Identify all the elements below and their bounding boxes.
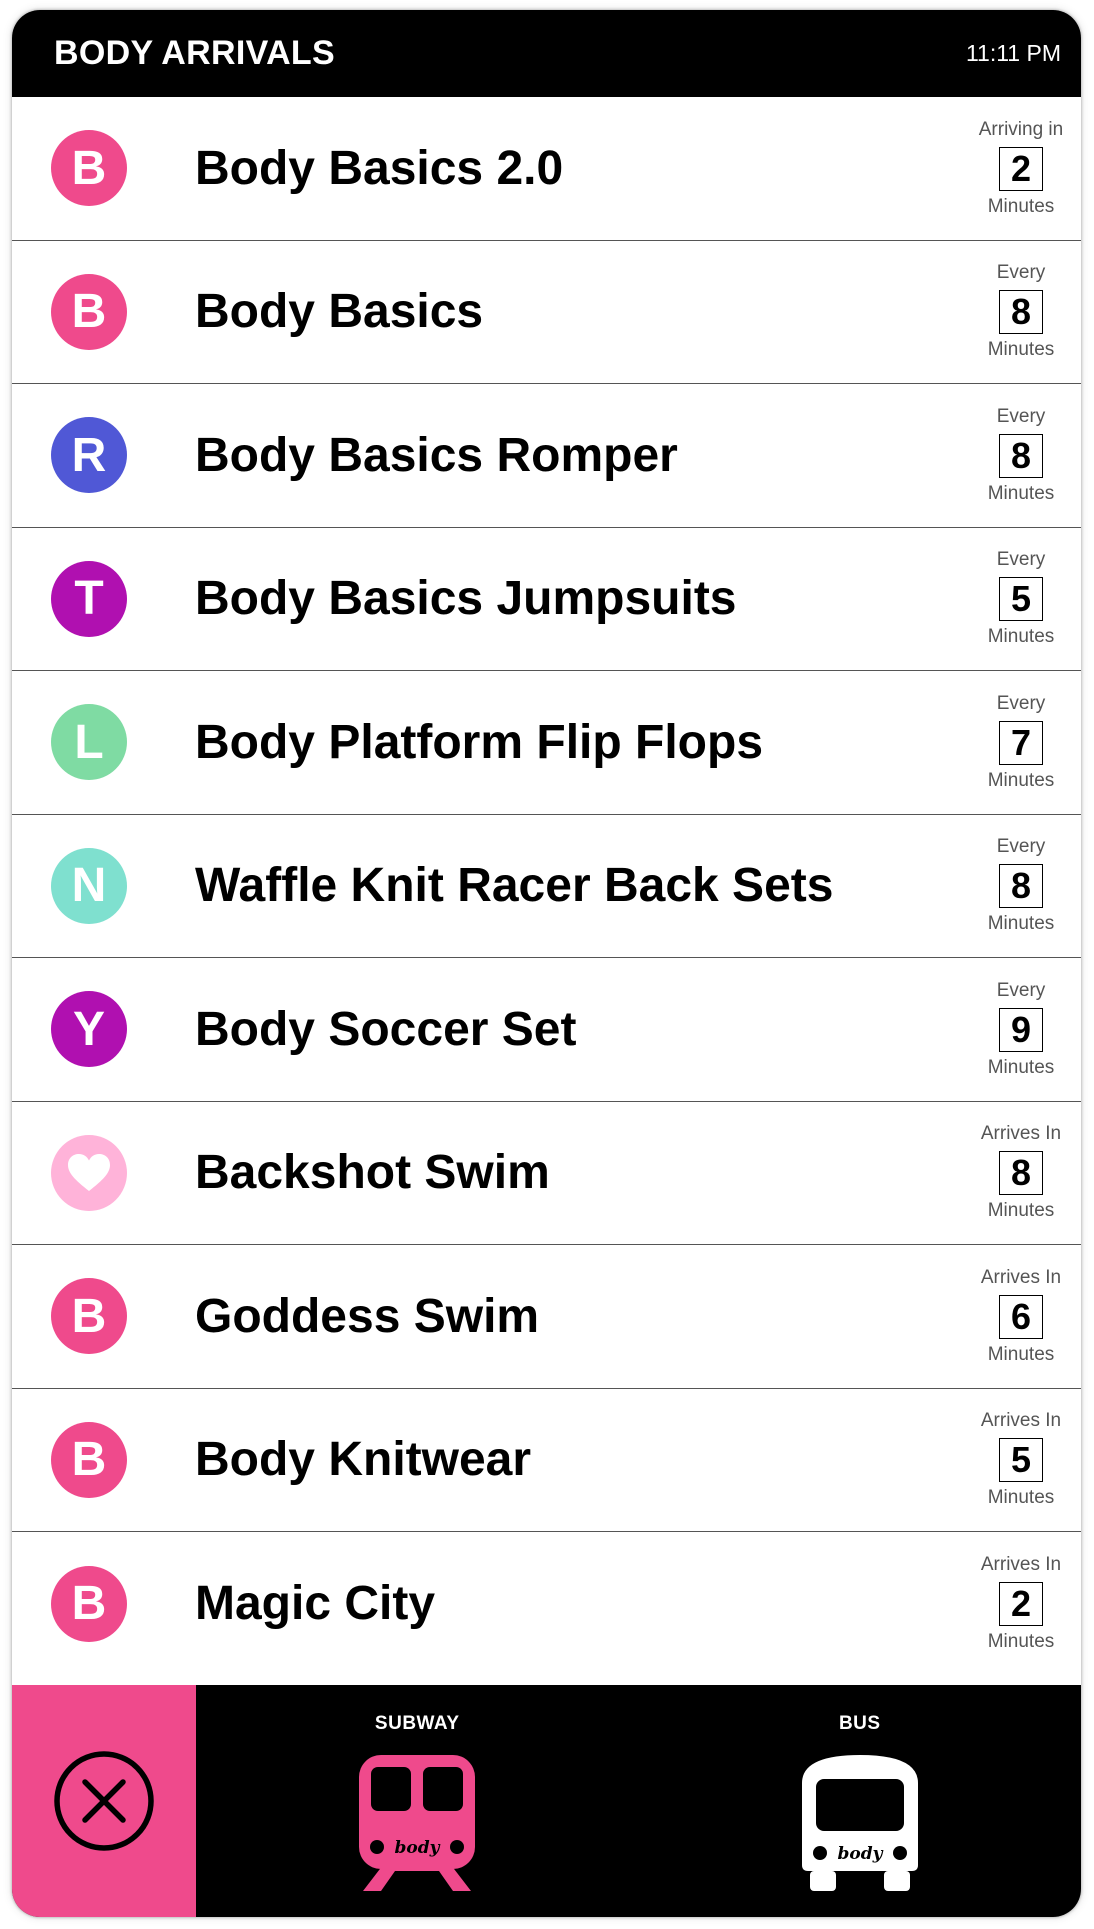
- minutes-value: 8: [999, 1151, 1043, 1196]
- product-name: Goddess Swim: [195, 1289, 540, 1343]
- arrival-label: Every: [996, 979, 1046, 1001]
- arrival-label: Arrives In: [980, 1410, 1062, 1432]
- line-badge: T: [51, 560, 127, 637]
- product-name: Body Basics 2.0: [195, 141, 564, 195]
- bus-label: BUS: [838, 1713, 881, 1734]
- arrival-info: Every 7 Minutes: [961, 692, 1081, 793]
- minutes-value: 2: [999, 146, 1043, 191]
- line-badge: N: [51, 847, 127, 924]
- line-badge: L: [51, 704, 127, 781]
- arrivals-list: B Body Basics 2.0 Arriving in 2 Minutes B Body…: [12, 97, 1081, 1676]
- arrival-row[interactable]: T Body Basics Jumpsuits Every 5 Minutes: [12, 528, 1081, 671]
- arrival-row[interactable]: L Body Platform Flip Flops Every 7 Minutes: [12, 671, 1081, 815]
- minutes-value: 2: [999, 1582, 1043, 1627]
- minutes-unit: Minutes: [987, 195, 1055, 217]
- bus-icon: body: [801, 1755, 918, 1891]
- arrival-row[interactable]: B Body Knitwear Arrives In 5 Minutes: [12, 1389, 1081, 1532]
- arrival-row[interactable]: R Body Basics Romper Every 8 Minutes: [12, 384, 1081, 528]
- arrival-label: Arrives In: [980, 1266, 1062, 1288]
- subway-mode-button[interactable]: SUBWAY body: [196, 1685, 639, 1917]
- arrival-info: Every 8 Minutes: [961, 405, 1081, 506]
- heart-icon: [68, 1153, 110, 1191]
- clock-time: 11:11 PM: [965, 40, 1061, 66]
- footer-bar: SUBWAY body BUS body: [12, 1685, 1081, 1917]
- arrival-label: Every: [996, 836, 1046, 858]
- minutes-unit: Minutes: [987, 626, 1055, 648]
- minutes-value: 7: [999, 720, 1043, 765]
- minutes-value: 8: [999, 433, 1043, 478]
- arrival-label: Every: [996, 405, 1046, 427]
- arrival-info: Arrives In 5 Minutes: [961, 1409, 1081, 1510]
- arrival-info: Arrives In 2 Minutes: [961, 1553, 1081, 1654]
- minutes-value: 8: [999, 864, 1043, 909]
- subway-label: SUBWAY: [374, 1713, 460, 1734]
- arrival-label: Arrives In: [980, 1554, 1062, 1576]
- line-badge: Y: [51, 991, 127, 1068]
- product-name: Magic City: [195, 1577, 436, 1631]
- minutes-value: 6: [999, 1294, 1043, 1339]
- minutes-unit: Minutes: [987, 1487, 1055, 1509]
- minutes-unit: Minutes: [987, 1631, 1055, 1653]
- arrival-row[interactable]: Y Body Soccer Set Every 9 Minutes: [12, 958, 1081, 1102]
- arrival-row[interactable]: B Goddess Swim Arrives In 6 Minutes: [12, 1245, 1081, 1389]
- close-button[interactable]: [12, 1685, 196, 1917]
- page-title: BODY ARRIVALS: [54, 34, 335, 72]
- minutes-unit: Minutes: [987, 769, 1055, 791]
- bus-brand-text: body: [837, 1844, 883, 1864]
- minutes-unit: Minutes: [987, 482, 1055, 504]
- minutes-value: 5: [999, 1438, 1043, 1483]
- arrival-label: Every: [996, 692, 1046, 714]
- arrival-row[interactable]: B Body Basics 2.0 Arriving in 2 Minutes: [12, 97, 1081, 241]
- minutes-unit: Minutes: [987, 1343, 1055, 1365]
- minutes-value: 5: [999, 577, 1043, 622]
- minutes-value: 9: [999, 1007, 1043, 1052]
- minutes-value: 8: [999, 290, 1043, 335]
- bus-mode-button[interactable]: BUS body: [639, 1685, 1082, 1917]
- line-badge: B: [51, 1421, 127, 1498]
- minutes-unit: Minutes: [987, 913, 1055, 935]
- arrival-row[interactable]: B Body Basics Every 8 Minutes: [12, 241, 1081, 384]
- arrival-label: Arriving in: [978, 118, 1064, 140]
- arrival-row[interactable]: Backshot Swim Arrives In 8 Minutes: [12, 1102, 1081, 1245]
- line-badge: B: [51, 1565, 127, 1642]
- product-name: Body Soccer Set: [195, 1002, 577, 1056]
- product-name: Backshot Swim: [195, 1146, 550, 1200]
- minutes-unit: Minutes: [987, 1056, 1055, 1078]
- arrival-info: Arrives In 6 Minutes: [961, 1266, 1081, 1367]
- arrival-info: Arrives In 8 Minutes: [961, 1122, 1081, 1223]
- product-name: Body Knitwear: [195, 1433, 532, 1487]
- arrival-label: Every: [996, 549, 1046, 571]
- arrival-label: Every: [996, 262, 1046, 284]
- line-badge: R: [51, 417, 127, 494]
- product-name: Waffle Knit Racer Back Sets: [195, 859, 834, 913]
- product-name: Body Platform Flip Flops: [195, 715, 764, 769]
- arrival-info: Every 8 Minutes: [961, 261, 1081, 362]
- line-badge: B: [51, 1278, 127, 1355]
- arrival-info: Every 9 Minutes: [961, 979, 1081, 1080]
- product-name: Body Basics: [195, 285, 484, 339]
- product-name: Body Basics Romper: [195, 428, 678, 482]
- arrival-label: Arrives In: [980, 1123, 1062, 1145]
- subway-train-icon: body: [359, 1755, 476, 1891]
- arrival-info: Arriving in 2 Minutes: [961, 118, 1081, 219]
- minutes-unit: Minutes: [987, 1200, 1055, 1222]
- arrival-info: Every 8 Minutes: [961, 835, 1081, 936]
- arrival-row[interactable]: B Magic City Arrives In 2 Minutes: [12, 1532, 1081, 1676]
- header-bar: BODY ARRIVALS 11:11 PM: [12, 10, 1081, 97]
- app-frame: BODY ARRIVALS 11:11 PM B Body Basics 2.0 A…: [12, 10, 1081, 1917]
- line-badge: [51, 1134, 127, 1211]
- line-badge: B: [51, 130, 127, 207]
- close-icon: [54, 1751, 154, 1851]
- minutes-unit: Minutes: [987, 339, 1055, 361]
- arrival-info: Every 5 Minutes: [961, 548, 1081, 649]
- arrival-row[interactable]: N Waffle Knit Racer Back Sets Every 8 Minute…: [12, 815, 1081, 958]
- line-badge: B: [51, 273, 127, 350]
- product-name: Body Basics Jumpsuits: [195, 572, 737, 626]
- subway-brand-text: body: [395, 1838, 441, 1858]
